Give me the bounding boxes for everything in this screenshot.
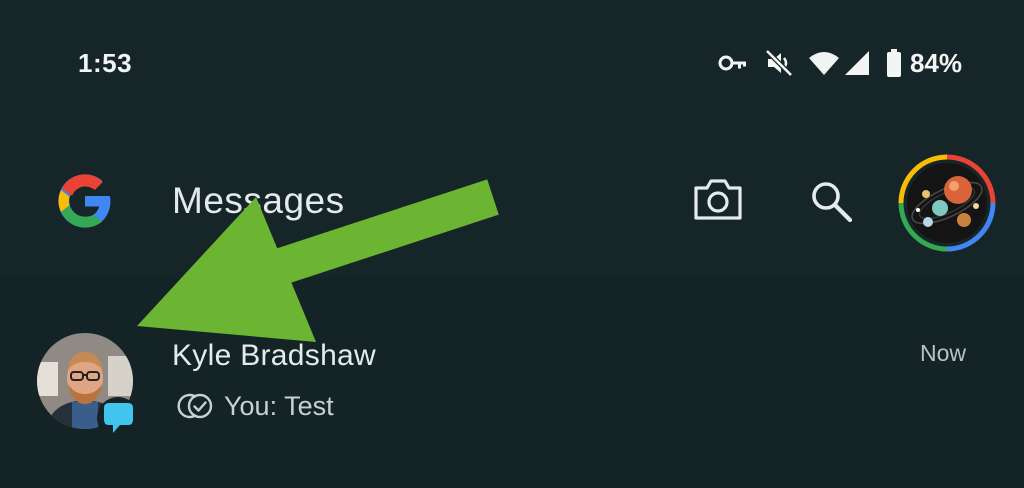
message-timestamp: Now: [919, 340, 966, 366]
status-time: 1:53: [78, 48, 133, 78]
status-icons: 84%: [708, 46, 962, 80]
mute-icon: [764, 48, 794, 78]
read-receipt-icon: [174, 393, 214, 419]
snippet-text: You: Test: [224, 390, 334, 421]
app-title: Messages: [172, 180, 345, 221]
search-icon[interactable]: [806, 176, 856, 226]
camera-icon[interactable]: [692, 176, 744, 224]
status-bar: 1:53 84%: [0, 0, 1024, 120]
top-area: 1:53 84% Messages: [0, 0, 1024, 278]
message-snippet: You: Test: [174, 390, 334, 422]
contact-name: Kyle Bradshaw: [172, 339, 376, 372]
conversation-list: Kyle Bradshaw You: Test Now: [0, 278, 1024, 488]
battery-percent: 84%: [909, 47, 962, 78]
battery-icon: [886, 49, 902, 77]
app-bar: Messages: [0, 150, 1024, 252]
cell-signal-icon: [844, 50, 870, 76]
google-g-icon: [56, 172, 114, 230]
account-avatar[interactable]: [898, 154, 996, 252]
wifi-icon: [808, 50, 840, 76]
vpn-key-icon: [718, 53, 748, 73]
chat-badge-icon: [96, 396, 140, 440]
conversation-item[interactable]: Kyle Bradshaw You: Test Now: [0, 314, 1024, 439]
